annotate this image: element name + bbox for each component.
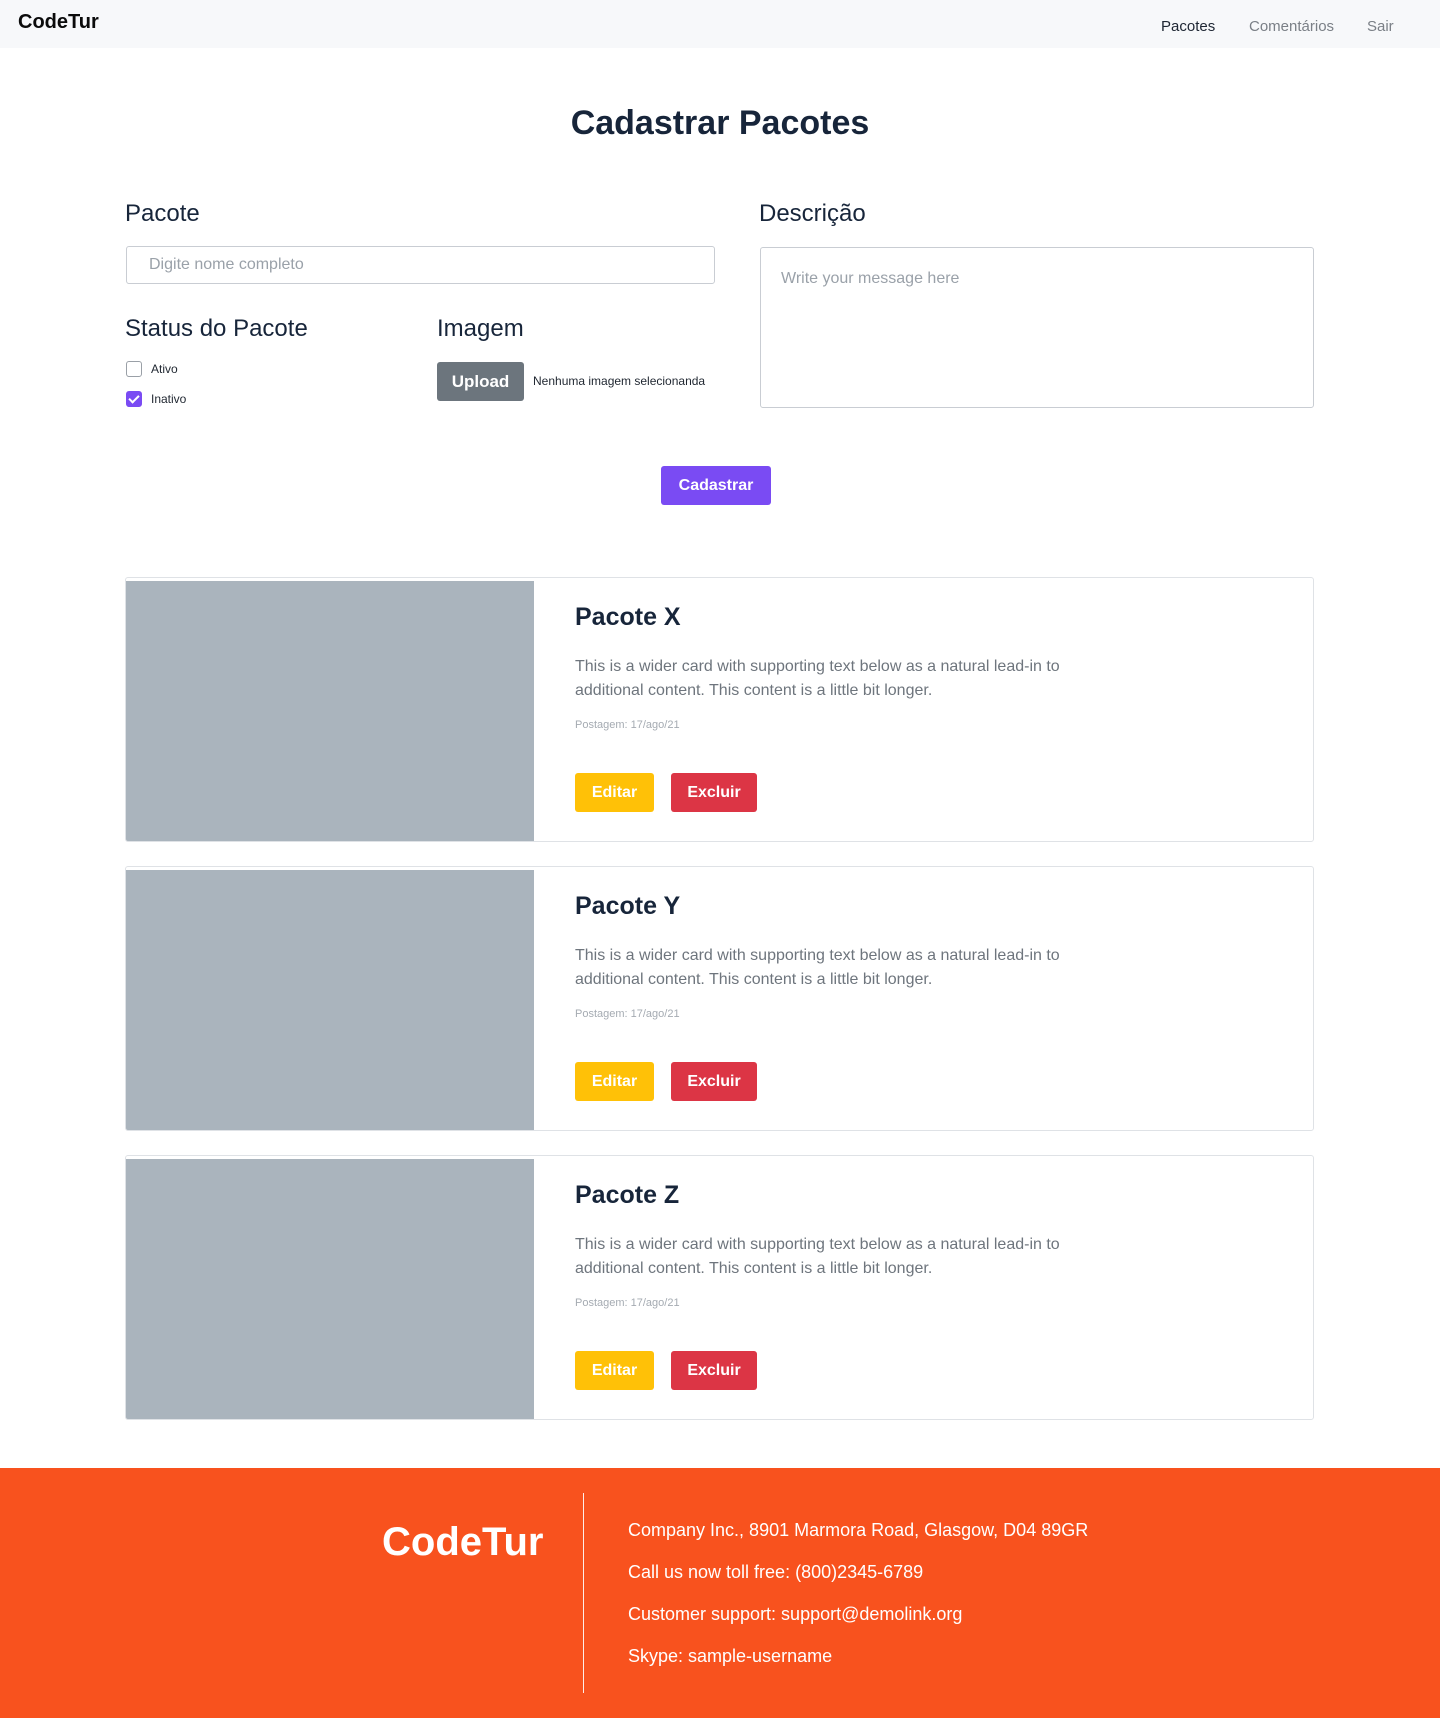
card-image-placeholder bbox=[126, 1159, 534, 1419]
footer-address: Company Inc., 8901 Marmora Road, Glasgow… bbox=[628, 1520, 1089, 1540]
pacote-name-input[interactable] bbox=[126, 246, 715, 284]
upload-status-text: Nenhuma imagem selecionanda bbox=[533, 374, 706, 388]
brand-logo[interactable]: CodeTur bbox=[18, 11, 99, 34]
descricao-textarea[interactable] bbox=[760, 247, 1314, 408]
imagem-label: Imagem bbox=[437, 315, 524, 342]
card-text: This is a wider card with supporting tex… bbox=[575, 947, 1060, 988]
inativo-checkbox[interactable] bbox=[126, 391, 142, 407]
delete-button[interactable]: Excluir bbox=[671, 1351, 757, 1390]
pacote-label: Pacote bbox=[125, 200, 200, 227]
pacote-card: Pacote X This is a wider card with suppo… bbox=[125, 577, 1314, 842]
card-image-placeholder bbox=[126, 870, 534, 1130]
edit-button[interactable]: Editar bbox=[575, 1062, 654, 1101]
card-date: Postagem: 17/ago/21 bbox=[575, 1008, 680, 1020]
nav-link-comentarios[interactable]: Comentários bbox=[1249, 18, 1334, 35]
card-title: Pacote Z bbox=[575, 1181, 680, 1209]
ativo-checkbox[interactable] bbox=[126, 361, 142, 377]
edit-button[interactable]: Editar bbox=[575, 1351, 654, 1390]
card-text: This is a wider card with supporting tex… bbox=[575, 1236, 1060, 1277]
nav-link-sair[interactable]: Sair bbox=[1367, 18, 1394, 35]
cadastrar-button[interactable]: Cadastrar bbox=[661, 466, 771, 505]
delete-button[interactable]: Excluir bbox=[671, 1062, 757, 1101]
nav-link-pacotes[interactable]: Pacotes bbox=[1161, 18, 1215, 35]
status-option-inativo[interactable]: Inativo bbox=[126, 391, 186, 407]
status-option-ativo[interactable]: Ativo bbox=[126, 361, 178, 377]
card-text: This is a wider card with supporting tex… bbox=[575, 658, 1060, 699]
navbar: CodeTur Pacotes Comentários Sair bbox=[0, 0, 1440, 48]
pacote-card: Pacote Y This is a wider card with suppo… bbox=[125, 866, 1314, 1131]
edit-button[interactable]: Editar bbox=[575, 773, 654, 812]
inativo-label: Inativo bbox=[151, 392, 187, 406]
footer-skype: Skype: sample-username bbox=[628, 1646, 833, 1666]
footer: CodeTur Company Inc., 8901 Marmora Road,… bbox=[0, 1468, 1440, 1718]
ativo-label: Ativo bbox=[151, 362, 178, 376]
card-title: Pacote X bbox=[575, 603, 681, 631]
footer-divider bbox=[583, 1493, 584, 1693]
footer-support-email: Customer support: support@demolink.org bbox=[628, 1604, 963, 1624]
status-label: Status do Pacote bbox=[125, 315, 308, 342]
delete-button[interactable]: Excluir bbox=[671, 773, 757, 812]
page-title: Cadastrar Pacotes bbox=[570, 104, 870, 142]
card-date: Postagem: 17/ago/21 bbox=[575, 719, 680, 731]
footer-phone: Call us now toll free: (800)2345-6789 bbox=[628, 1562, 924, 1582]
descricao-label: Descrição bbox=[759, 200, 866, 227]
card-date: Postagem: 17/ago/21 bbox=[575, 1297, 680, 1309]
card-image-placeholder bbox=[126, 581, 534, 841]
footer-brand: CodeTur bbox=[382, 1520, 544, 1564]
card-title: Pacote Y bbox=[575, 892, 681, 920]
upload-button[interactable]: Upload bbox=[437, 362, 524, 401]
pacote-card: Pacote Z This is a wider card with suppo… bbox=[125, 1155, 1314, 1420]
